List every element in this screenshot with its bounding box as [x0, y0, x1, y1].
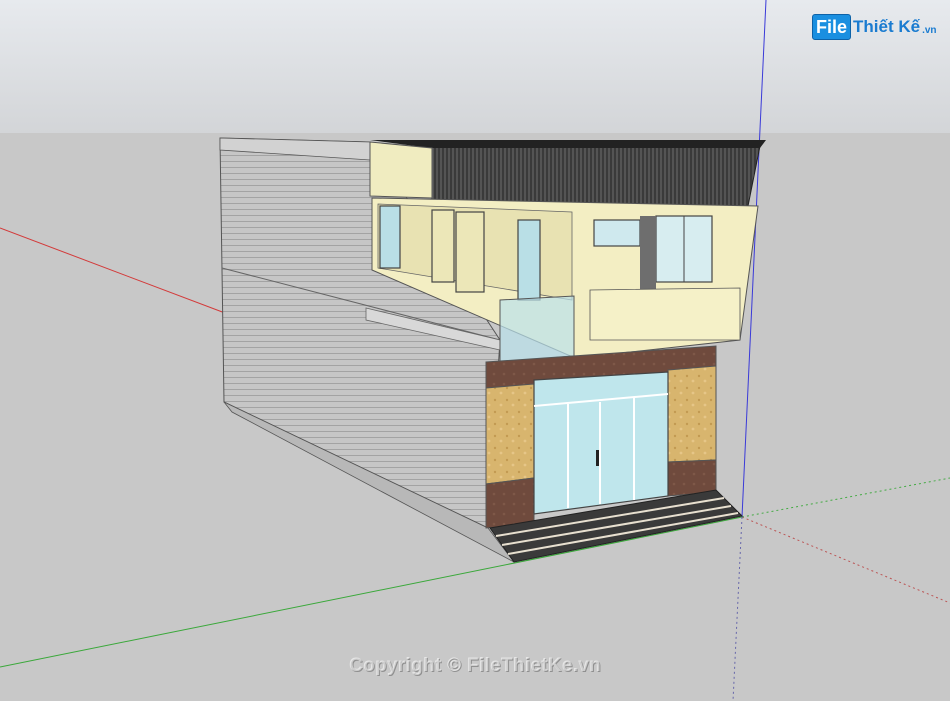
- stone-pillar-right: [667, 365, 717, 463]
- window-left-1[interactable]: [379, 205, 401, 269]
- stone-pillar-left: [485, 383, 535, 485]
- sketchup-viewport[interactable]: File Thiết Kế .vn Copyright © FileThietK…: [0, 0, 950, 701]
- red-axis-line: [0, 227, 226, 314]
- balcony-glass-railing[interactable]: [499, 295, 575, 363]
- window-left-3[interactable]: [455, 211, 485, 293]
- roof-edge: [370, 140, 766, 148]
- copyright-watermark: Copyright © FileThietKe.vn: [349, 655, 601, 676]
- green-axis-dotted: [741, 477, 950, 518]
- upper-terrace-wall: [369, 141, 433, 199]
- window-left-4[interactable]: [517, 219, 541, 301]
- brick-base-left: [485, 477, 535, 529]
- dark-wall-panel: [640, 216, 656, 290]
- 3d-model-scene[interactable]: [0, 0, 950, 701]
- balcony-slab: [589, 287, 741, 341]
- logo-badge: File: [812, 14, 852, 40]
- window-left-2[interactable]: [431, 209, 455, 283]
- green-axis-line: [0, 516, 743, 668]
- logo-domain: .vn: [922, 24, 937, 36]
- red-axis-dotted: [741, 516, 950, 604]
- door-handle: [596, 450, 599, 466]
- logo-name: Thiết Kế: [853, 17, 921, 36]
- filethietke-logo: File Thiết Kế .vn: [812, 12, 937, 42]
- brick-base-right: [667, 459, 717, 497]
- window-right-top[interactable]: [593, 219, 641, 247]
